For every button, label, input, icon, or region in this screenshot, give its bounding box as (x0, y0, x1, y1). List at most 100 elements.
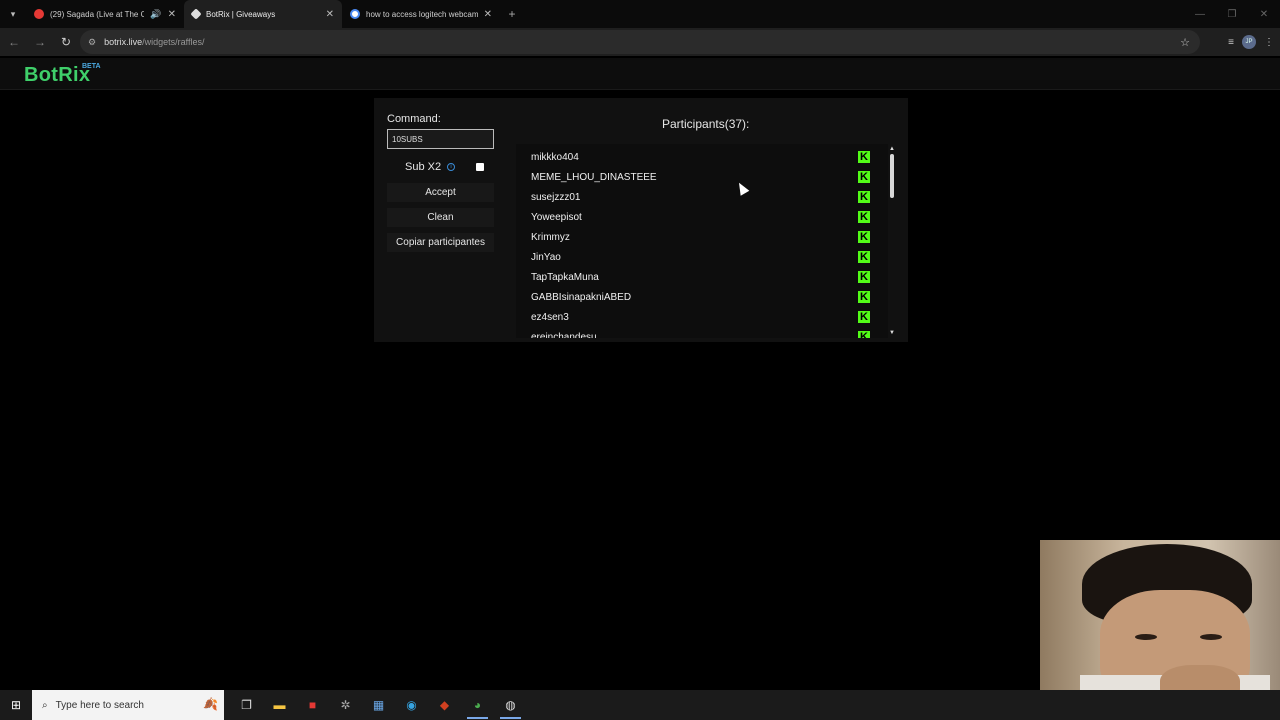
kick-icon: K (858, 291, 870, 303)
tab-title: BotRix | Giveaways (206, 9, 276, 19)
participant-row: Yoweepisot K (516, 207, 888, 227)
participant-name: TapTapkaMuna (531, 271, 599, 283)
tab-search-icon[interactable]: ▾ (0, 0, 26, 28)
tab-google[interactable]: how to access logitech webcam ✕ (342, 0, 500, 28)
minimize-icon[interactable]: — (1184, 0, 1216, 28)
search-highlight-icon: 🍂 (203, 697, 218, 711)
webcam-overlay (1040, 540, 1280, 690)
sub-x2-checkbox[interactable] (476, 163, 484, 171)
task-view-icon[interactable]: ❐ (230, 690, 263, 720)
participant-name: JinYao (531, 251, 561, 263)
botrix-favicon-icon (190, 8, 202, 20)
participant-row: ereinchandesu K (516, 327, 888, 338)
youtube-favicon-icon (34, 9, 44, 19)
wps-office-icon[interactable]: ■ (296, 690, 329, 720)
speaker-icon[interactable]: 🔊 (150, 9, 161, 20)
file-explorer-icon[interactable]: ▬ (263, 690, 296, 720)
participant-name: GABBIsinapakniABED (531, 291, 632, 303)
tab-youtube[interactable]: (29) Sagada (Live at The Co 🔊 ✕ (26, 0, 184, 28)
participant-name: MEME_LHOU_DINASTEEE (531, 171, 657, 183)
participants-title: Participants(37): (662, 117, 750, 131)
participant-row: Krimmyz K (516, 227, 888, 247)
beta-badge: BETA (82, 63, 101, 70)
command-label: Command: (387, 113, 441, 125)
webcam-eye (1200, 634, 1222, 640)
participants-scrollbar[interactable]: ▲ ▼ (888, 144, 896, 338)
new-tab-icon[interactable]: + (500, 7, 524, 21)
url-path: /widgets/raffles/ (142, 37, 205, 47)
participant-row: JinYao K (516, 247, 888, 267)
taskbar: ⊞ ⌕ Type here to search 🍂 ❐ ▬ ■ ✲ ▦ ◉ ◆ … (0, 690, 1280, 720)
webcam-eye (1135, 634, 1157, 640)
profile-avatar[interactable]: JP (1242, 35, 1256, 49)
participant-name: ereinchandesu (531, 331, 597, 339)
webcam-hand (1160, 665, 1240, 690)
participant-name: mikkko404 (531, 151, 579, 163)
close-tab-icon[interactable]: ✕ (484, 9, 492, 20)
kick-icon: K (858, 211, 870, 223)
sub-x2-label: Sub X2 (405, 161, 442, 173)
tab-strip: ▾ (29) Sagada (Live at The Co 🔊 ✕ BotRix… (0, 0, 1280, 28)
kick-icon: K (858, 171, 870, 183)
edge-icon[interactable]: ◉ (395, 690, 428, 720)
settings-app-icon[interactable]: ✲ (329, 690, 362, 720)
close-tab-icon[interactable]: ✕ (168, 9, 176, 20)
kick-icon: K (858, 151, 870, 163)
participant-name: ez4sen3 (531, 311, 569, 323)
reload-icon[interactable]: ↻ (54, 30, 78, 54)
command-input[interactable] (387, 129, 494, 149)
menu-kebab-icon[interactable]: ⋮ (1264, 37, 1274, 48)
tab-botrix[interactable]: BotRix | Giveaways ✕ (184, 0, 342, 28)
restore-icon[interactable]: ❐ (1216, 0, 1248, 28)
google-favicon-icon (350, 9, 360, 19)
windows-start-icon[interactable]: ⊞ (0, 690, 32, 720)
site-header: BotRix BETA (0, 58, 1280, 90)
kick-icon: K (858, 231, 870, 243)
tab-title: (29) Sagada (Live at The Co (50, 9, 145, 19)
participant-name: Yoweepisot (531, 211, 582, 223)
browser-toolbar: ← → ↻ ⚙ botrix.live/widgets/raffles/ ☆ ≡… (0, 28, 1280, 56)
participant-row: TapTapkaMuna K (516, 267, 888, 287)
bookmark-star-icon[interactable]: ☆ (1180, 36, 1190, 49)
toolbar-right: ≡ JP ⋮ (1228, 28, 1274, 56)
calculator-icon[interactable]: ▦ (362, 690, 395, 720)
clean-button[interactable]: Clean (387, 208, 494, 227)
forward-icon[interactable]: → (28, 30, 52, 54)
window-controls: — ❐ ✕ (1184, 0, 1280, 28)
obs-icon[interactable]: ◍ (494, 690, 527, 720)
participants-list[interactable]: mikkko404 K MEME_LHOU_DINASTEEE Ksusejzzz01… (516, 144, 888, 338)
accept-button[interactable]: Accept (387, 183, 494, 202)
copy-participants-button[interactable]: Copiar participantes (387, 233, 494, 252)
scroll-down-icon[interactable]: ▼ (889, 330, 895, 336)
participant-row: susejzzz01 K (516, 187, 888, 207)
close-tab-icon[interactable]: ✕ (326, 9, 334, 20)
chrome-icon[interactable]: ◕ (461, 690, 494, 720)
participant-row: MEME_LHOU_DINASTEEE K (516, 167, 888, 187)
botrix-logo[interactable]: BotRix (24, 64, 90, 87)
scroll-up-icon[interactable]: ▲ (889, 146, 895, 152)
media-control-icon[interactable]: ≡ (1228, 37, 1234, 48)
scroll-thumb[interactable] (890, 154, 894, 198)
sub-x2-row: Sub X2 i (387, 158, 494, 176)
search-icon: ⌕ (42, 699, 48, 711)
taskbar-icons: ❐ ▬ ■ ✲ ▦ ◉ ◆ ◕ ◍ (230, 690, 527, 720)
participant-row: mikkko404 K (516, 147, 888, 167)
url-host: botrix.live (104, 37, 143, 47)
kick-icon: K (858, 191, 870, 203)
close-window-icon[interactable]: ✕ (1248, 0, 1280, 28)
app-icon[interactable]: ◆ (428, 690, 461, 720)
taskbar-search[interactable]: ⌕ Type here to search 🍂 (32, 690, 224, 720)
address-bar[interactable]: ⚙ botrix.live/widgets/raffles/ ☆ (80, 30, 1200, 54)
participant-name: susejzzz01 (531, 191, 581, 203)
site-info-icon[interactable]: ⚙ (88, 37, 96, 48)
back-icon[interactable]: ← (2, 30, 26, 54)
participant-row: ez4sen3 K (516, 307, 888, 327)
url-text: botrix.live/widgets/raffles/ (104, 37, 204, 47)
info-icon[interactable]: i (447, 163, 456, 171)
participant-row: GABBIsinapakniABED K (516, 287, 888, 307)
kick-icon: K (858, 271, 870, 283)
kick-icon: K (858, 251, 870, 263)
kick-icon: K (858, 331, 870, 338)
raffle-panel: Command: Sub X2 i Accept Clean Copiar pa… (374, 98, 908, 342)
kick-icon: K (858, 311, 870, 323)
